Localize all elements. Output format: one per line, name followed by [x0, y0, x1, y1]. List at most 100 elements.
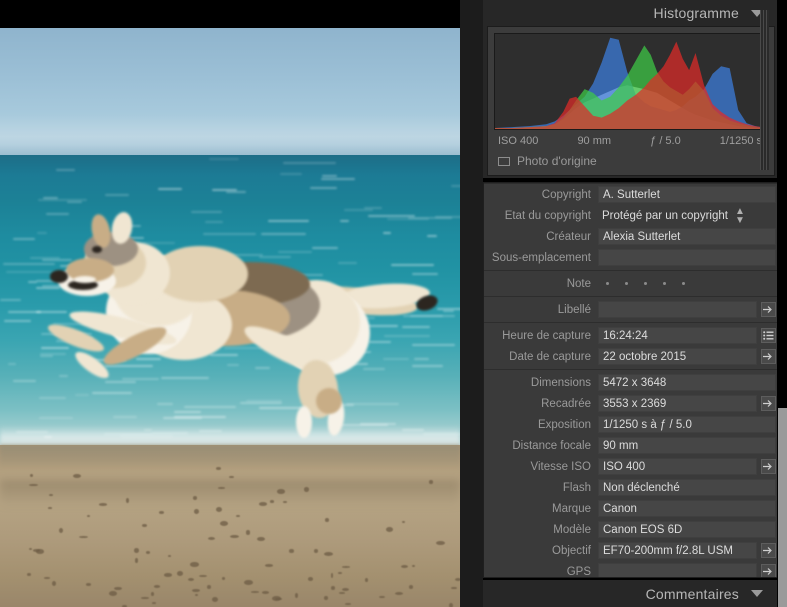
metadata-value[interactable]: Alexia Sutterlet [598, 228, 776, 245]
metadata-row-sous-emplacement[interactable]: Sous-emplacement [484, 247, 778, 268]
goto-arrow-button[interactable] [761, 564, 776, 577]
shutter-stat[interactable]: 1/1250 s [720, 135, 762, 147]
metadata-label: Vitesse ISO [530, 460, 591, 473]
metadata-value[interactable]: 5472 x 3648 [598, 374, 776, 391]
dog-subject [40, 210, 440, 468]
metadata-row-gps[interactable]: GPS [484, 561, 778, 578]
metadata-value[interactable]: 90 mm [598, 437, 776, 454]
metadata-label: Date de capture [509, 350, 591, 363]
metadata-value[interactable]: A. Sutterlet [598, 186, 776, 203]
goto-arrow-button[interactable] [761, 459, 776, 474]
metadata-label: GPS [566, 565, 591, 578]
metadata-row-copyright[interactable]: Copyright A. Sutterlet [484, 184, 778, 205]
metadata-value[interactable]: ISO 400 [598, 458, 757, 475]
metadata-row-date-de-capture[interactable]: Date de capture 22 octobre 2015 [484, 346, 778, 367]
metadata-list: Copyright A. Sutterlet Etat du copyright Pr… [484, 183, 778, 578]
comments-title: Commentaires [645, 585, 739, 602]
stepper-icon[interactable]: ▲ ▼ [735, 207, 745, 225]
metadata-value[interactable] [598, 249, 776, 266]
goto-arrow-button[interactable] [761, 302, 776, 317]
metadata-row-etat-du-copyright[interactable]: Etat du copyright Protégé par un copyrigh… [484, 205, 778, 226]
rating-star[interactable] [682, 282, 685, 285]
metadata-label: Sous-emplacement [491, 251, 591, 264]
metadata-value[interactable]: EF70-200mm f/2.8L USM [598, 542, 757, 559]
metadata-value[interactable]: 3553 x 2369 [598, 395, 757, 412]
metadata-row-libelle[interactable]: Libellé [484, 299, 778, 320]
metadata-row-cr-ateur[interactable]: Créateur Alexia Sutterlet [484, 226, 778, 247]
metadata-group-rating: Note [484, 273, 778, 294]
divider [484, 270, 778, 271]
metadata-row-vitesse-iso[interactable]: Vitesse ISO ISO 400 [484, 456, 778, 477]
goto-arrow-button[interactable] [761, 543, 776, 558]
metadata-row-objectif[interactable]: Objectif EF70-200mm f/2.8L USM [484, 540, 778, 561]
metadata-panel[interactable]: Copyright A. Sutterlet Etat du copyright Pr… [483, 182, 779, 578]
panel-texture-lines [760, 10, 769, 170]
metadata-row-heure-de-capture[interactable]: Heure de capture 16:24:24 [484, 325, 778, 346]
metadata-value[interactable]: 16:24:24 [598, 327, 757, 344]
metadata-row-flash[interactable]: Flash Non déclenché [484, 477, 778, 498]
focal-stat[interactable]: 90 mm [577, 135, 611, 147]
photo-image[interactable] [0, 28, 460, 607]
histogram-panel: Histogramme ISO 400 90 mm ƒ / 5.0 1/1250… [483, 0, 779, 178]
metadata-group-capture: Heure de capture 16:24:24 Date de capture 2… [484, 325, 778, 367]
metadata-value[interactable]: Canon [598, 500, 776, 517]
metadata-value[interactable] [598, 563, 757, 577]
sand-shadow-band [0, 480, 460, 508]
metadata-label: Créateur [546, 230, 591, 243]
metadata-row-marque[interactable]: Marque Canon [484, 498, 778, 519]
metadata-label: Objectif [552, 544, 591, 557]
metadata-group-exif: Dimensions 5472 x 3648 Recadrée 3553 x 2369… [484, 372, 778, 578]
metadata-row-recadr-e[interactable]: Recadrée 3553 x 2369 [484, 393, 778, 414]
metadata-row-dimensions[interactable]: Dimensions 5472 x 3648 [484, 372, 778, 393]
metadata-row-distance-focale[interactable]: Distance focale 90 mm [484, 435, 778, 456]
metadata-row-exposition[interactable]: Exposition 1/1250 s à ƒ / 5.0 [484, 414, 778, 435]
metadata-group-copyright: Copyright A. Sutterlet Etat du copyright Pr… [484, 184, 778, 268]
metadata-label: Marque [552, 502, 591, 515]
photo-viewport[interactable] [0, 0, 460, 607]
rating-star[interactable] [663, 282, 666, 285]
iso-stat[interactable]: ISO 400 [498, 135, 538, 147]
divider [484, 369, 778, 370]
goto-arrow-button[interactable] [761, 349, 776, 364]
histogram-chart[interactable] [494, 33, 768, 130]
rating-star[interactable] [606, 282, 609, 285]
comments-panel[interactable]: Commentaires [483, 580, 779, 607]
metadata-label: Heure de capture [502, 329, 591, 342]
checkbox-icon[interactable] [498, 156, 510, 166]
sky-haze [0, 114, 460, 156]
chevron-down-icon[interactable] [751, 590, 763, 597]
metadata-row-mod-le[interactable]: Modèle Canon EOS 6D [484, 519, 778, 540]
original-photo-toggle[interactable]: Photo d'origine [494, 147, 768, 168]
metadata-value[interactable]: Non déclenché [598, 479, 776, 496]
metadata-value[interactable]: 22 octobre 2015 [598, 348, 757, 365]
panel-left-edge [460, 0, 483, 607]
metadata-value[interactable]: 1/1250 s à ƒ / 5.0 [598, 416, 776, 433]
list-button[interactable] [761, 328, 776, 343]
scrollbar-thumb[interactable] [778, 408, 787, 607]
metadata-value[interactable] [598, 301, 757, 318]
metadata-group-label: Libellé [484, 299, 778, 320]
metadata-label: Etat du copyright [504, 209, 591, 222]
original-photo-label: Photo d'origine [517, 154, 597, 168]
metadata-label: Libellé [557, 303, 591, 316]
metadata-label: Copyright [541, 188, 591, 201]
goto-arrow-button[interactable] [761, 396, 776, 411]
metadata-label: Exposition [537, 418, 591, 431]
rating-star[interactable] [625, 282, 628, 285]
histogram-header[interactable]: Histogramme [483, 0, 779, 26]
metadata-label: Note [566, 277, 591, 290]
panel-scrollbar[interactable] [777, 0, 787, 607]
metadata-value[interactable]: Canon EOS 6D [598, 521, 776, 538]
right-panel: Histogramme ISO 400 90 mm ƒ / 5.0 1/1250… [460, 0, 787, 607]
histogram-stats: ISO 400 90 mm ƒ / 5.0 1/1250 s [494, 130, 768, 147]
rating-star[interactable] [644, 282, 647, 285]
histogram-body: ISO 400 90 mm ƒ / 5.0 1/1250 s Photo d'o… [487, 26, 775, 176]
divider [484, 322, 778, 323]
metadata-value[interactable]: Protégé par un copyright ▲ ▼ [598, 207, 776, 225]
aperture-stat[interactable]: ƒ / 5.0 [650, 135, 681, 147]
metadata-row-rating[interactable]: Note [484, 273, 778, 294]
rating-stars[interactable] [598, 282, 685, 285]
histogram-title: Histogramme [653, 5, 739, 21]
divider [484, 296, 778, 297]
metadata-label: Recadrée [541, 397, 591, 410]
